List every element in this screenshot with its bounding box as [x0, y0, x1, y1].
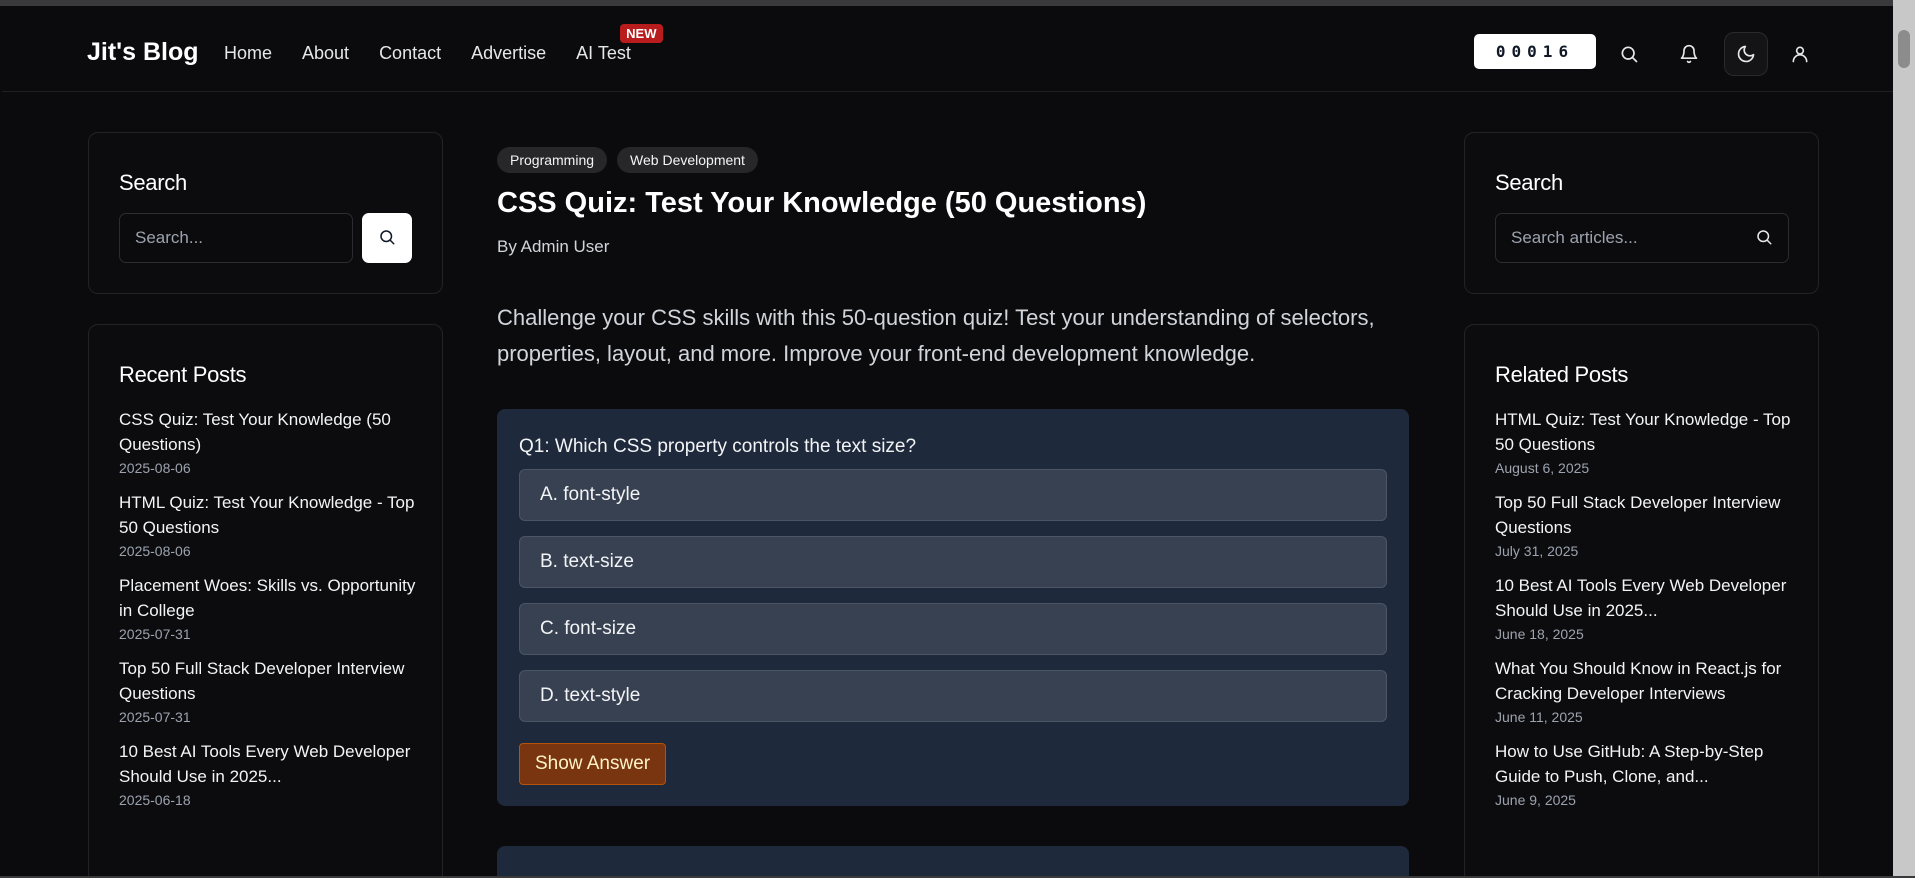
related-posts-title: Related Posts [1495, 362, 1629, 387]
list-item: CSS Quiz: Test Your Knowledge (50 Questi… [119, 407, 419, 476]
show-answer-button[interactable]: Show Answer [519, 743, 667, 785]
bell-icon[interactable] [1667, 32, 1711, 76]
right-search-card: Search [1464, 132, 1819, 294]
related-post-link[interactable]: What You Should Know in React.js for Cra… [1495, 656, 1795, 706]
search-icon [378, 228, 396, 249]
recent-post-date: 2025-07-31 [119, 709, 191, 725]
right-search-input[interactable] [1495, 213, 1789, 263]
related-post-date: June 18, 2025 [1495, 626, 1584, 642]
nav-home[interactable]: Home [224, 43, 272, 64]
recent-posts-title: Recent Posts [119, 362, 247, 387]
post-author: By Admin User [497, 237, 610, 256]
left-search-title: Search [119, 170, 187, 195]
related-posts-list: HTML Quiz: Test Your Knowledge - Top 50 … [1495, 407, 1795, 822]
moon-icon[interactable] [1724, 32, 1768, 76]
list-item: Top 50 Full Stack Developer Interview Qu… [1495, 490, 1795, 559]
list-item: How to Use GitHub: A Step-by-Step Guide … [1495, 739, 1795, 808]
recent-post-link[interactable]: CSS Quiz: Test Your Knowledge (50 Questi… [119, 407, 419, 457]
list-item: What You Should Know in React.js for Cra… [1495, 656, 1795, 725]
related-post-link[interactable]: 10 Best AI Tools Every Web Developer Sho… [1495, 573, 1795, 623]
list-item: Placement Woes: Skills vs. Opportunity i… [119, 573, 419, 642]
related-post-date: August 6, 2025 [1495, 460, 1590, 476]
recent-post-date: 2025-07-31 [119, 626, 191, 642]
related-post-date: June 11, 2025 [1495, 709, 1583, 725]
left-search-button[interactable] [362, 213, 412, 263]
related-posts-card: Related Posts HTML Quiz: Test Your Knowl… [1464, 324, 1819, 878]
recent-post-link[interactable]: 10 Best AI Tools Every Web Developer Sho… [119, 739, 419, 789]
left-search-card: Search [88, 132, 443, 294]
tag-web-development[interactable]: Web Development [617, 147, 758, 173]
related-post-link[interactable]: How to Use GitHub: A Step-by-Step Guide … [1495, 739, 1795, 789]
recent-posts-card: Recent Posts CSS Quiz: Test Your Knowled… [88, 324, 443, 878]
search-icon[interactable] [1607, 32, 1651, 76]
related-post-date: June 9, 2025 [1495, 792, 1576, 808]
nav-contact[interactable]: Contact [379, 43, 441, 64]
recent-post-link[interactable]: HTML Quiz: Test Your Knowledge - Top 50 … [119, 490, 419, 540]
visitor-counter: 00016 [1474, 34, 1596, 69]
nav-about[interactable]: About [302, 43, 349, 64]
quiz-question-card-next [497, 846, 1409, 878]
quiz-question-card: Q1: Which CSS property controls the text… [497, 409, 1409, 806]
recent-post-date: 2025-06-18 [119, 792, 191, 808]
nav-ai-test[interactable]: AI Test NEW [576, 24, 663, 64]
window-scrollbar[interactable] [1893, 0, 1915, 878]
list-item: 10 Best AI Tools Every Web Developer Sho… [119, 739, 419, 808]
list-item: Top 50 Full Stack Developer Interview Qu… [119, 656, 419, 725]
search-icon[interactable] [1755, 228, 1773, 251]
list-item: 10 Best AI Tools Every Web Developer Sho… [1495, 573, 1795, 642]
nav-ai-test-label: AI Test [576, 43, 631, 63]
new-badge: NEW [620, 24, 663, 43]
list-item: HTML Quiz: Test Your Knowledge - Top 50 … [119, 490, 419, 559]
page: Jit's Blog Home About Contact Advertise … [0, 0, 1915, 878]
quiz-option-c[interactable]: C. font-size [519, 603, 1387, 655]
related-post-date: July 31, 2025 [1495, 543, 1579, 559]
brand-logo[interactable]: Jit's Blog [87, 38, 199, 67]
list-item: HTML Quiz: Test Your Knowledge - Top 50 … [1495, 407, 1795, 476]
recent-post-date: 2025-08-06 [119, 543, 191, 559]
related-post-link[interactable]: Top 50 Full Stack Developer Interview Qu… [1495, 490, 1795, 540]
quiz-question: Q1: Which CSS property controls the text… [519, 436, 917, 457]
user-icon[interactable] [1778, 32, 1822, 76]
recent-post-link[interactable]: Placement Woes: Skills vs. Opportunity i… [119, 573, 419, 623]
tag-programming[interactable]: Programming [497, 147, 608, 173]
right-search-title: Search [1495, 170, 1563, 195]
post-title: CSS Quiz: Test Your Knowledge (50 Questi… [497, 187, 1147, 219]
scrollbar-thumb[interactable] [1898, 30, 1910, 68]
recent-post-link[interactable]: Top 50 Full Stack Developer Interview Qu… [119, 656, 419, 706]
quiz-option-a[interactable]: A. font-style [519, 469, 1387, 521]
recent-posts-list: CSS Quiz: Test Your Knowledge (50 Questi… [119, 407, 419, 822]
quiz-option-d[interactable]: D. text-style [519, 670, 1387, 722]
recent-post-date: 2025-08-06 [119, 460, 191, 476]
nav-advertise[interactable]: Advertise [471, 43, 546, 64]
site-header: Jit's Blog Home About Contact Advertise … [2, 8, 1893, 92]
post-intro: Challenge your CSS skills with this 50-q… [497, 305, 1375, 366]
main-nav: Home About Contact Advertise AI Test NEW [224, 24, 663, 64]
related-post-link[interactable]: HTML Quiz: Test Your Knowledge - Top 50 … [1495, 407, 1795, 457]
quiz-option-b[interactable]: B. text-size [519, 536, 1387, 588]
left-search-input[interactable] [119, 213, 353, 263]
post-tags: Programming Web Development [497, 147, 758, 173]
window-top-edge [0, 0, 1915, 6]
